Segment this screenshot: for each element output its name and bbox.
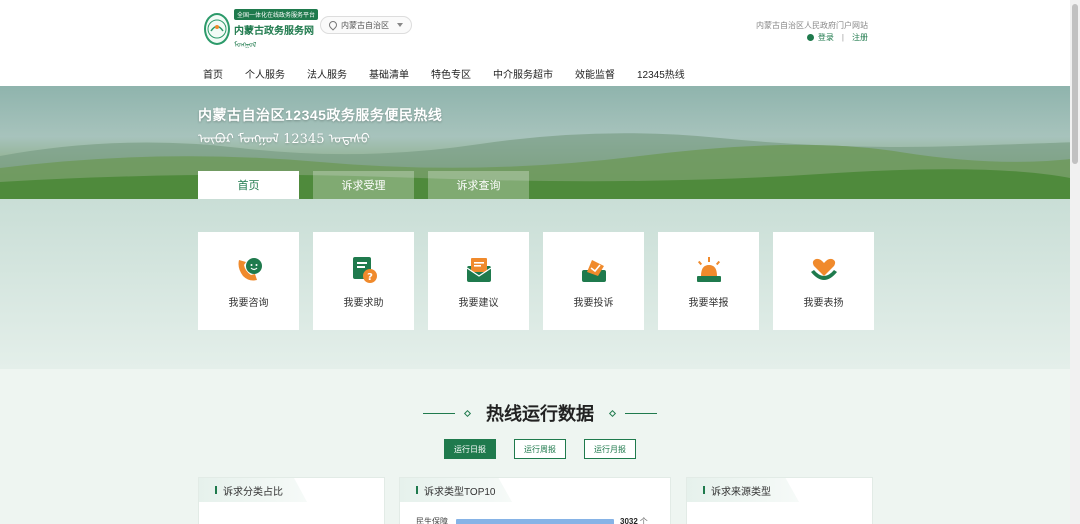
tab-query-request[interactable]: 诉求查询 bbox=[428, 171, 529, 199]
heading-decoration-line bbox=[423, 412, 455, 414]
monthly-report-button[interactable]: 运行月报 bbox=[584, 439, 636, 459]
nav-item-featured[interactable]: 特色专区 bbox=[431, 66, 471, 81]
consult-icon bbox=[238, 257, 262, 280]
register-link[interactable]: 注册 bbox=[852, 32, 868, 43]
panel-title: 诉求类型TOP10 bbox=[424, 486, 496, 498]
hotline-tabs: 首页 诉求受理 诉求查询 bbox=[198, 171, 529, 199]
logo-badge: 全国一体化在线政务服务平台 bbox=[234, 8, 319, 20]
service-card-help[interactable]: ? 我要求助 bbox=[313, 232, 414, 330]
site-header: 全国一体化在线政务服务平台 内蒙古政务服务网 ᠮᠣᠩᠭᠤᠯ 内蒙古自治区 内蒙古… bbox=[0, 0, 1080, 86]
tab-submit-request[interactable]: 诉求受理 bbox=[313, 171, 414, 199]
logo-title: 内蒙古政务服务网 bbox=[234, 25, 314, 37]
stats-title: 热线运行数据 bbox=[486, 404, 594, 424]
suggest-icon bbox=[466, 257, 491, 282]
help-icon: ? bbox=[352, 256, 377, 283]
nav-item-personal[interactable]: 个人服务 bbox=[245, 66, 285, 81]
heading-decoration-line bbox=[625, 412, 657, 414]
heading-diamond-icon bbox=[463, 409, 472, 417]
site-logo[interactable]: 全国一体化在线政务服务平台 内蒙古政务服务网 ᠮᠣᠩᠭᠤᠯ bbox=[204, 8, 319, 49]
report-range-selector: 运行日报 运行周报 运行月报 bbox=[0, 439, 1080, 459]
service-card-consult[interactable]: 我要咨询 bbox=[198, 232, 299, 330]
weekly-report-button[interactable]: 运行周报 bbox=[514, 439, 566, 459]
nav-item-agency-market[interactable]: 中介服务超市 bbox=[493, 66, 553, 81]
service-label: 我要举报 bbox=[688, 297, 729, 309]
report-icon bbox=[696, 256, 721, 282]
banner-mongolian-subtitle: ᠦᠪᠦᠷ ᠮᠣᠩᠭᠤᠯ 12345 ᠤᠲᠠᠰᠤ bbox=[198, 132, 370, 147]
chevron-down-icon bbox=[397, 23, 403, 27]
nav-item-legal-person[interactable]: 法人服务 bbox=[307, 66, 347, 81]
region-label: 内蒙古自治区 bbox=[341, 20, 389, 30]
service-card-suggest[interactable]: 我要建议 bbox=[428, 232, 529, 330]
daily-report-button[interactable]: 运行日报 bbox=[444, 439, 496, 459]
nav-item-efficiency[interactable]: 效能监督 bbox=[575, 66, 615, 81]
main-nav: 首页 个人服务 法人服务 基础清单 特色专区 中介服务超市 效能监督 12345… bbox=[203, 66, 685, 81]
nav-item-basic-list[interactable]: 基础清单 bbox=[369, 66, 409, 81]
user-icon bbox=[806, 34, 814, 41]
panel-title: 诉求分类占比 bbox=[223, 486, 283, 498]
complain-icon bbox=[581, 259, 606, 282]
top10-row: 民生保障 3032 个 bbox=[416, 516, 648, 524]
panel-type-top10: 诉求类型TOP10 民生保障 3032 个 bbox=[399, 477, 671, 524]
praise-icon bbox=[810, 258, 837, 280]
hero-banner: 内蒙古自治区12345政务服务便民热线 ᠦᠪᠦᠷ ᠮᠣᠩᠭᠤᠯ 12345 ᠤᠲ… bbox=[0, 86, 1080, 199]
panel-source-type: 诉求来源类型 bbox=[686, 477, 873, 524]
logo-mongolian-script: ᠮᠣᠩᠭᠤᠯ bbox=[234, 41, 257, 49]
region-selector[interactable]: 内蒙古自治区 bbox=[320, 16, 412, 34]
service-label: 我要表扬 bbox=[803, 297, 844, 309]
tab-home[interactable]: 首页 bbox=[198, 171, 299, 199]
auth-links: 登录 | 注册 bbox=[806, 32, 868, 43]
location-pin-icon bbox=[327, 19, 339, 31]
service-card-praise[interactable]: 我要表扬 bbox=[773, 232, 874, 330]
panel-category-ratio: 诉求分类占比 bbox=[198, 477, 385, 524]
panel-title: 诉求来源类型 bbox=[711, 486, 771, 498]
page-scrollbar[interactable] bbox=[1070, 0, 1080, 524]
nav-item-hotline[interactable]: 12345热线 bbox=[637, 66, 685, 81]
banner-title: 内蒙古自治区12345政务服务便民热线 bbox=[198, 107, 443, 123]
service-card-report[interactable]: 我要举报 bbox=[658, 232, 759, 330]
nav-item-home[interactable]: 首页 bbox=[203, 66, 223, 81]
heading-diamond-icon bbox=[608, 409, 617, 417]
top10-row-value: 3032 bbox=[620, 517, 638, 524]
svg-text:?: ? bbox=[367, 272, 373, 283]
service-card-complain[interactable]: 我要投诉 bbox=[543, 232, 644, 330]
grassland-landscape bbox=[0, 133, 1080, 199]
service-label: 我要投诉 bbox=[573, 297, 614, 309]
top10-row-bar bbox=[456, 518, 614, 524]
top10-row-unit: 个 bbox=[639, 517, 648, 524]
service-cards: 我要咨询 ? 我要求助 我要建议 我要投诉 我要举报 我要表扬 bbox=[198, 232, 874, 330]
portal-link[interactable]: 内蒙古自治区人民政府门户网站 bbox=[756, 20, 868, 31]
scrollbar-thumb[interactable] bbox=[1072, 4, 1078, 164]
top10-row-label: 民生保障 bbox=[416, 517, 448, 524]
stats-heading: 热线运行数据 bbox=[0, 400, 1080, 426]
service-label: 我要建议 bbox=[458, 297, 499, 309]
service-label: 我要咨询 bbox=[228, 297, 269, 309]
logo-emblem-icon bbox=[204, 13, 230, 45]
auth-divider: | bbox=[841, 33, 844, 42]
login-link[interactable]: 登录 bbox=[818, 32, 834, 43]
service-label: 我要求助 bbox=[343, 297, 384, 309]
